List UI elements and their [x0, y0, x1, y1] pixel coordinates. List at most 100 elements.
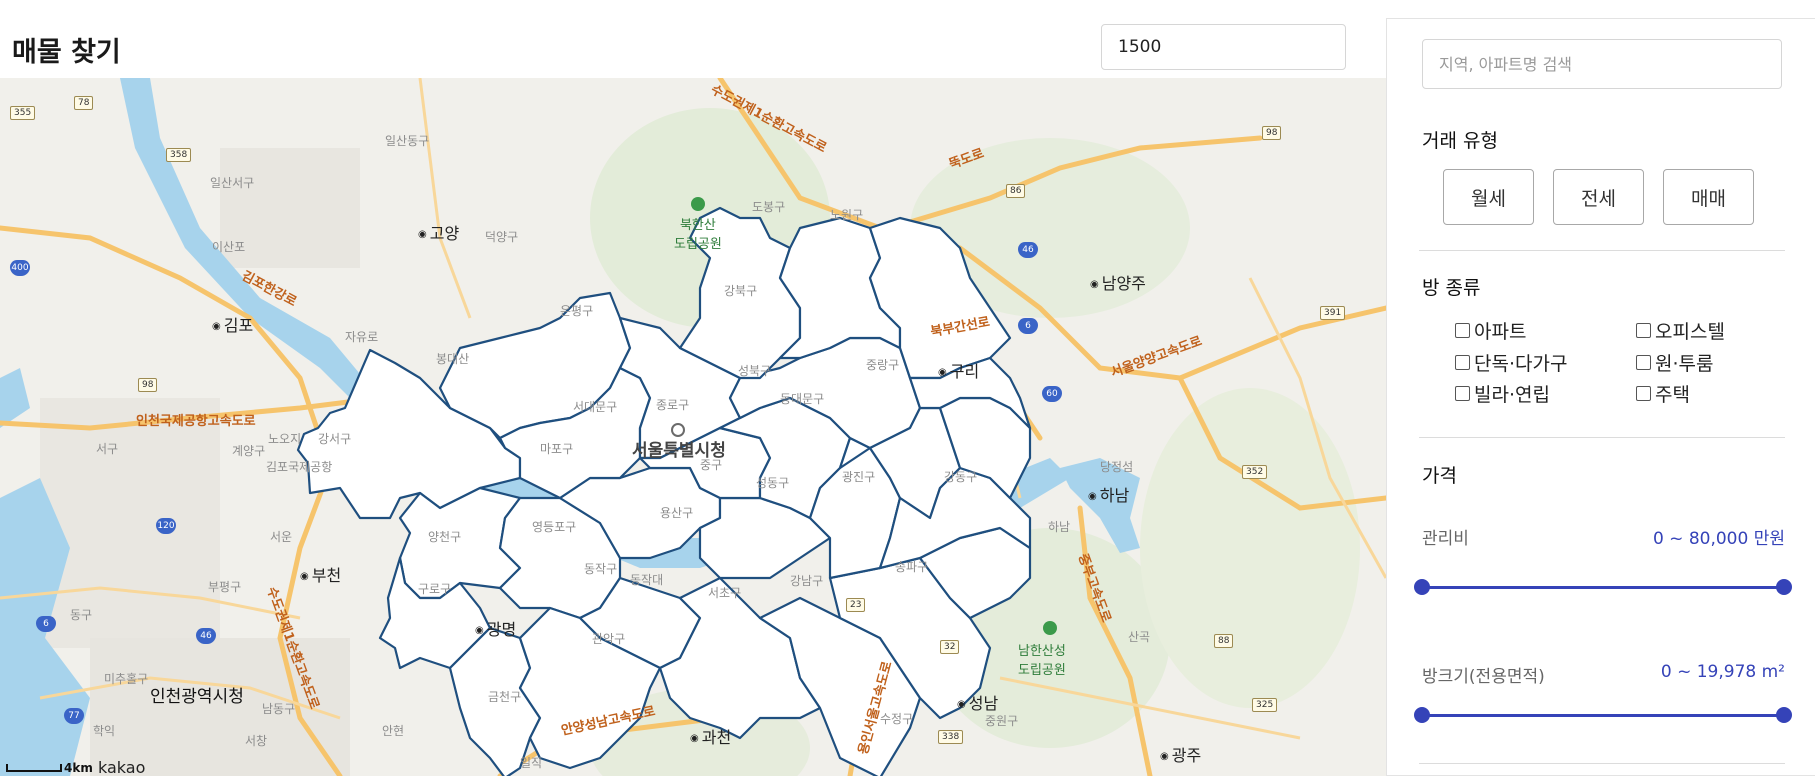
section-divider: [1419, 250, 1785, 251]
maintenance-fee-value: 0 ~ 80,000 만원: [1652, 529, 1785, 549]
slider-max-handle[interactable]: [1776, 707, 1792, 723]
radius-input[interactable]: [1101, 24, 1346, 70]
price-title: 가격: [1422, 465, 1457, 487]
deal-type-title: 거래 유형: [1422, 130, 1498, 152]
map-label-hakik: 학익: [93, 724, 116, 738]
district-label-gangnam: 강남구: [790, 574, 824, 588]
room-type-label: 원·투룸: [1655, 353, 1714, 375]
map-label-donggu: 동구: [70, 608, 93, 622]
map-label-namyangju: 남양주: [1090, 270, 1146, 294]
map-label-seogu: 서구: [96, 442, 119, 456]
room-type-label: 주택: [1655, 384, 1690, 406]
map-label-ilsan-seo: 일산서구: [210, 176, 255, 190]
highway-badge: 46: [1018, 242, 1038, 258]
district-label-gangseo: 강서구: [318, 432, 352, 446]
area-slider[interactable]: [1414, 707, 1792, 723]
checkbox[interactable]: [1455, 386, 1470, 401]
map-view[interactable]: 일산동구 일산서구 고양 덕양구 이산포 김포 자유로 봉대산 서구 계양구 노…: [0, 78, 1386, 776]
district-label-yeongdeungpo: 영등포구: [532, 520, 577, 534]
district-label-dongdaemun: 동대문구: [780, 392, 825, 406]
highway-badge: 120: [156, 518, 176, 534]
filter-panel: 거래 유형 월세 전세 매매 방 종류 아파트 오피스텔 단독·다가구 원·투룸…: [1386, 18, 1815, 776]
highway-badge: 6: [1018, 318, 1038, 334]
route-badge: 78: [74, 96, 94, 110]
deal-type-monthly-button[interactable]: 월세: [1443, 169, 1534, 225]
map-label-seowoon: 서운: [270, 530, 293, 544]
room-type-title: 방 종류: [1422, 277, 1481, 299]
map-label-sujeong: 수정구: [880, 712, 914, 726]
map-label-jungwon: 중원구: [985, 714, 1019, 728]
route-badge: 352: [1242, 465, 1268, 479]
room-type-label: 오피스텔: [1655, 321, 1725, 343]
district-label-jungnang: 중랑구: [866, 358, 900, 372]
slider-max-handle[interactable]: [1776, 579, 1792, 595]
map-label-gwangmyeong: 광명: [475, 616, 516, 640]
district-label-dongjak-dae: 동작대: [630, 573, 664, 587]
map-label-deokyang: 덕양구: [485, 230, 519, 244]
highway-badge: 400: [10, 260, 30, 276]
maintenance-fee-label: 관리비: [1422, 529, 1469, 549]
search-input[interactable]: [1422, 39, 1782, 89]
map-label-namhansanseong: 남한산성 도립공원: [1018, 644, 1066, 678]
route-badge: 325: [1252, 698, 1278, 712]
route-badge: 88: [1214, 634, 1234, 648]
room-type-label: 단독·다가구: [1474, 353, 1568, 375]
district-label-nowon: 노원구: [830, 208, 864, 222]
district-label-gangdong: 강동구: [944, 470, 978, 484]
room-type-house[interactable]: 주택: [1636, 380, 1690, 407]
district-label-seongdong: 성동구: [756, 476, 790, 490]
map-label-nojoji: 노오지: [268, 432, 302, 446]
district-label-yangcheon: 양천구: [428, 530, 462, 544]
checkbox[interactable]: [1455, 323, 1470, 338]
room-type-detached[interactable]: 단독·다가구: [1455, 349, 1567, 376]
area-label: 방크기(전용면적): [1422, 667, 1545, 687]
map-label-seongnam: 성남: [957, 690, 998, 714]
route-badge: 358: [166, 148, 192, 162]
highway-badge: 6: [36, 616, 56, 632]
map-attribution[interactable]: kakao: [98, 758, 145, 776]
slider-min-handle[interactable]: [1414, 579, 1430, 595]
route-badge: 23: [846, 598, 866, 612]
district-label-mapo: 마포구: [540, 442, 574, 456]
room-type-villa[interactable]: 빌라·연립: [1455, 380, 1550, 407]
district-label-gwanak: 관악구: [592, 632, 626, 646]
deal-type-sale-button[interactable]: 매매: [1663, 169, 1754, 225]
deal-type-jeonse-button[interactable]: 전세: [1553, 169, 1644, 225]
route-badge: 355: [10, 106, 36, 120]
scale-label: 4km: [64, 761, 93, 775]
slider-min-handle[interactable]: [1414, 707, 1430, 723]
map-label-dangjeong: 당정섬: [1100, 460, 1134, 474]
room-type-officetel[interactable]: 오피스텔: [1636, 317, 1725, 344]
page-title: 매물 찾기: [12, 37, 121, 68]
map-label-bongdaesan: 봉대산: [436, 352, 470, 366]
room-type-apartment[interactable]: 아파트: [1455, 317, 1526, 344]
map-label-ileonpo: 이산포: [212, 240, 246, 254]
district-label-songpa: 송파구: [895, 560, 929, 574]
district-label-jung: 중구: [700, 458, 723, 472]
map-label-iljik: 일직: [520, 756, 543, 770]
district-label-jongno: 종로구: [656, 398, 690, 412]
map-label-seochang: 서창: [245, 734, 268, 748]
district-label-seongbuk: 성북구: [738, 364, 772, 378]
section-divider: [1419, 763, 1785, 764]
maintenance-fee-slider[interactable]: [1414, 579, 1792, 595]
map-label-goyang: 고양: [418, 220, 459, 244]
checkbox[interactable]: [1455, 355, 1470, 370]
map-label-hanam: 하남: [1088, 482, 1129, 506]
checkbox[interactable]: [1636, 323, 1651, 338]
map-label-guri: 구리: [938, 358, 979, 382]
road-label-incheon-airport: 인천국제공항고속도로: [136, 414, 256, 429]
map-label-anhyeon: 안현: [382, 724, 405, 738]
route-badge: 98: [1262, 126, 1282, 140]
room-type-one-two-room[interactable]: 원·투룸: [1636, 349, 1713, 376]
map-label-gimpo-airport: 김포국제공항: [266, 460, 333, 474]
district-label-seocho: 서초구: [708, 586, 742, 600]
map-label-incheon: 인천광역시청: [150, 687, 244, 707]
district-label-eunpyeong: 은평구: [560, 304, 594, 318]
map-label-hanam-jc: 하남: [1048, 520, 1071, 534]
district-label-seodaemun: 서대문구: [573, 400, 618, 414]
checkbox[interactable]: [1636, 355, 1651, 370]
checkbox[interactable]: [1636, 386, 1651, 401]
district-label-gangbuk: 강북구: [724, 284, 758, 298]
highway-badge: 60: [1042, 386, 1062, 402]
